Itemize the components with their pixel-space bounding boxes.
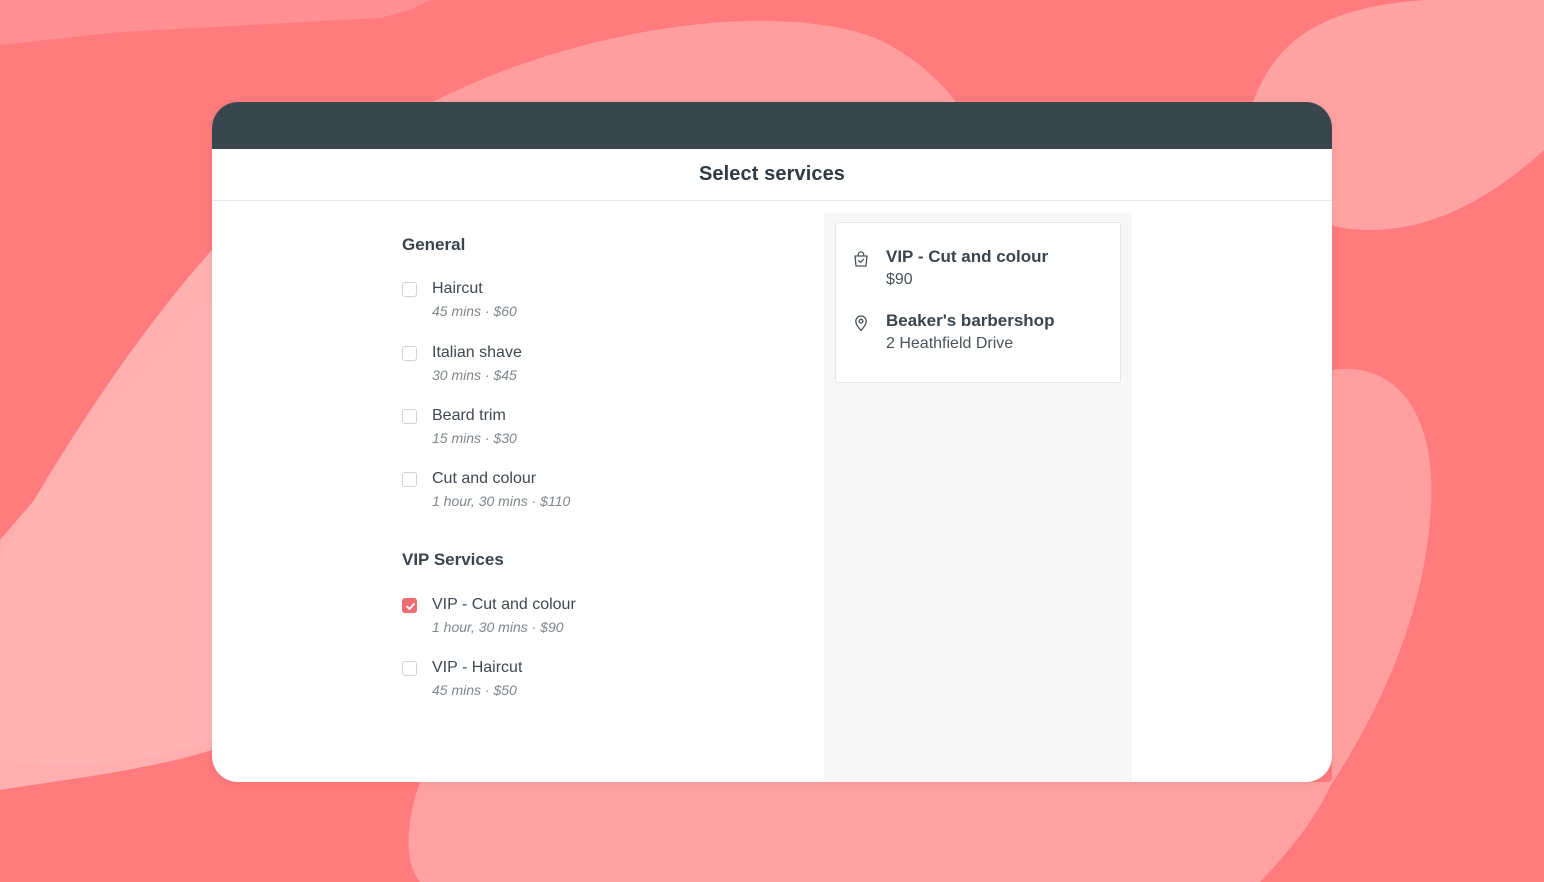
shopping-bag-icon [854, 251, 868, 267]
booking-summary: VIP - Cut and colour $90 Beaker's barber… [835, 222, 1121, 383]
summary-location-name: Beaker's barbershop [886, 311, 1055, 330]
service-meta: 1 hour, 30 mins · $110 [432, 493, 571, 509]
page-title: Select services [698, 163, 846, 185]
service-name: Italian shave [432, 344, 522, 361]
checkbox[interactable] [402, 346, 417, 361]
service-italian-shave[interactable]: Italian shave 30 mins · $45 [402, 344, 802, 394]
section-title-vip: VIP Services [402, 550, 504, 569]
summary-service-title: VIP - Cut and colour [886, 247, 1049, 266]
summary-location-address: 2 Heathfield Drive [886, 335, 1014, 352]
service-meta: 30 mins · $45 [432, 367, 517, 383]
service-name: VIP - Haircut [432, 659, 523, 676]
service-vip-haircut[interactable]: VIP - Haircut 45 mins · $50 [402, 659, 802, 709]
top-bar [212, 102, 1332, 149]
booking-card: Select services General Haircut 45 mins … [212, 102, 1332, 782]
summary-sidebar: VIP - Cut and colour $90 Beaker's barber… [824, 213, 1132, 782]
service-cut-and-colour[interactable]: Cut and colour 1 hour, 30 mins · $110 [402, 470, 802, 520]
checkbox[interactable] [402, 409, 417, 424]
service-name: VIP - Cut and colour [432, 596, 576, 613]
service-name: Beard trim [432, 407, 506, 424]
service-beard-trim[interactable]: Beard trim 15 mins · $30 [402, 407, 802, 457]
card-header: Select services [212, 149, 1332, 201]
check-icon [406, 603, 415, 610]
service-meta: 45 mins · $60 [432, 303, 517, 319]
checkbox-checked[interactable] [402, 598, 417, 613]
summary-service-price: $90 [886, 271, 913, 288]
service-haircut[interactable]: Haircut 45 mins · $60 [402, 280, 802, 330]
service-vip-cut-and-colour[interactable]: VIP - Cut and colour 1 hour, 30 mins · $… [402, 596, 802, 646]
service-meta: 45 mins · $50 [432, 682, 517, 698]
section-title-general: General [402, 235, 466, 254]
service-name: Cut and colour [432, 470, 537, 487]
service-meta: 1 hour, 30 mins · $90 [432, 619, 564, 635]
checkbox[interactable] [402, 472, 417, 487]
checkbox[interactable] [402, 661, 417, 676]
service-name: Haircut [432, 280, 483, 297]
map-pin-icon [855, 315, 867, 332]
service-meta: 15 mins · $30 [432, 430, 517, 446]
checkbox[interactable] [402, 282, 417, 297]
